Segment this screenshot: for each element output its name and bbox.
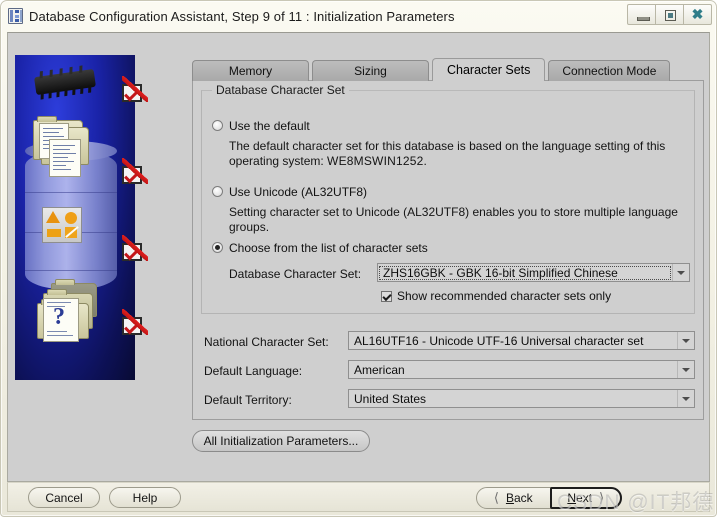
- combobox-value: United States: [354, 391, 427, 406]
- close-button[interactable]: ✖: [683, 4, 712, 25]
- bottom-bar: Cancel Help ⟨ Back Next ⟩: [7, 482, 710, 512]
- button-label: Cancel: [45, 490, 83, 505]
- radio-choose-from-list[interactable]: Choose from the list of character sets: [212, 241, 428, 255]
- national-character-set-combobox[interactable]: AL16UTF16 - Unicode UTF-16 Universal cha…: [348, 331, 695, 350]
- tab-sizing[interactable]: Sizing: [312, 60, 429, 81]
- minimize-icon: [637, 17, 650, 21]
- close-icon: ✖: [691, 6, 704, 22]
- radio-label: Use the default: [229, 119, 310, 133]
- national-character-set-label: National Character Set:: [204, 335, 329, 349]
- tab-strip: Memory Sizing Character Sets Connection …: [192, 58, 704, 81]
- database-character-set-group: Database Character Set Use the default T…: [201, 83, 697, 314]
- checkbox-icon[interactable]: [381, 290, 392, 302]
- combobox-value: AL16UTF16 - Unicode UTF-16 Universal cha…: [354, 333, 644, 348]
- next-mnemonic: N: [567, 491, 577, 505]
- radio-button-icon: [212, 186, 223, 197]
- tab-character-sets[interactable]: Character Sets: [432, 58, 546, 81]
- tab-label: Memory: [228, 64, 273, 78]
- default-character-set-value: WE8MSWIN1252.: [327, 154, 428, 168]
- step-checkmark: [122, 235, 148, 261]
- minimize-button[interactable]: [627, 4, 656, 25]
- titlebar: Database Configuration Assistant, Step 9…: [1, 1, 717, 31]
- use-the-default-description: The default character set for this datab…: [229, 139, 697, 169]
- button-label: Next: [567, 491, 592, 505]
- radio-label: Use Unicode (AL32UTF8): [229, 185, 368, 199]
- tab-label: Connection Mode: [562, 64, 657, 78]
- chevron-down-icon[interactable]: [672, 264, 689, 281]
- default-language-label: Default Language:: [204, 364, 303, 378]
- show-recommended-checkbox-row[interactable]: Show recommended character sets only: [381, 289, 611, 303]
- maximize-button[interactable]: [655, 4, 684, 25]
- cancel-button[interactable]: Cancel: [28, 487, 100, 508]
- description-line: The default character set for this datab…: [229, 139, 666, 153]
- group-title: Database Character Set: [212, 83, 349, 97]
- help-button[interactable]: Help: [109, 487, 181, 508]
- radio-use-unicode[interactable]: Use Unicode (AL32UTF8): [212, 185, 367, 199]
- description-line: operating system:: [229, 154, 328, 168]
- tab-label: Sizing: [354, 64, 387, 78]
- radio-button-icon: [212, 242, 223, 253]
- button-label: All Initialization Parameters...: [203, 434, 359, 448]
- tab-connection-mode[interactable]: Connection Mode: [548, 60, 671, 81]
- chevron-down-icon[interactable]: [677, 390, 694, 407]
- back-label-rest: ack: [513, 491, 533, 505]
- back-button[interactable]: ⟨ Back: [477, 488, 550, 508]
- dca-window: Database Configuration Assistant, Step 9…: [0, 0, 717, 517]
- window-controls: ✖: [627, 4, 712, 25]
- radio-use-the-default[interactable]: Use the default: [212, 119, 310, 133]
- next-button[interactable]: Next ⟩: [549, 487, 622, 509]
- chevron-right-icon: ⟩: [599, 490, 605, 505]
- chevron-left-icon: ⟨: [493, 490, 499, 505]
- button-label: Back: [506, 491, 533, 505]
- tab-label: Character Sets: [447, 63, 531, 77]
- maximize-icon: [665, 10, 676, 21]
- step-checkmark: [122, 76, 148, 102]
- database-app-icon: [8, 8, 23, 24]
- database-character-set-label: Database Character Set:: [229, 267, 362, 281]
- tab-memory[interactable]: Memory: [192, 60, 309, 81]
- description-line: groups.: [229, 220, 270, 234]
- database-configuration-illustration: ?: [15, 55, 148, 380]
- radio-button-icon: [212, 120, 223, 131]
- chevron-down-icon[interactable]: [677, 361, 694, 378]
- next-label-rest: ext: [576, 491, 593, 505]
- show-recommended-label: Show recommended character sets only: [397, 289, 612, 303]
- all-initialization-parameters-button[interactable]: All Initialization Parameters...: [192, 430, 370, 452]
- default-territory-label: Default Territory:: [204, 393, 292, 407]
- description-line: Setting character set to Unicode (AL32UT…: [229, 205, 678, 219]
- navigation-button-group: ⟨ Back Next ⟩: [476, 487, 622, 509]
- shapes-tile-icon: [42, 207, 82, 243]
- default-language-combobox[interactable]: American: [348, 360, 695, 379]
- combobox-value: American: [354, 362, 405, 377]
- chevron-down-icon[interactable]: [677, 332, 694, 349]
- window-title: Database Configuration Assistant, Step 9…: [29, 8, 455, 24]
- button-label: Help: [132, 490, 158, 505]
- database-character-set-combobox[interactable]: ZHS16GBK - GBK 16-bit Simplified Chinese: [377, 263, 690, 282]
- default-territory-combobox[interactable]: United States: [348, 389, 695, 408]
- character-sets-panel: Database Character Set Use the default T…: [192, 80, 704, 420]
- step-checkmark: [122, 158, 148, 184]
- memory-chip-icon: [34, 65, 96, 100]
- step-checkmark: [122, 309, 148, 335]
- radio-label: Choose from the list of character sets: [229, 241, 428, 255]
- combobox-value: ZHS16GBK - GBK 16-bit Simplified Chinese: [379, 265, 671, 280]
- back-mnemonic: B: [505, 491, 514, 505]
- use-unicode-description: Setting character set to Unicode (AL32UT…: [229, 205, 697, 235]
